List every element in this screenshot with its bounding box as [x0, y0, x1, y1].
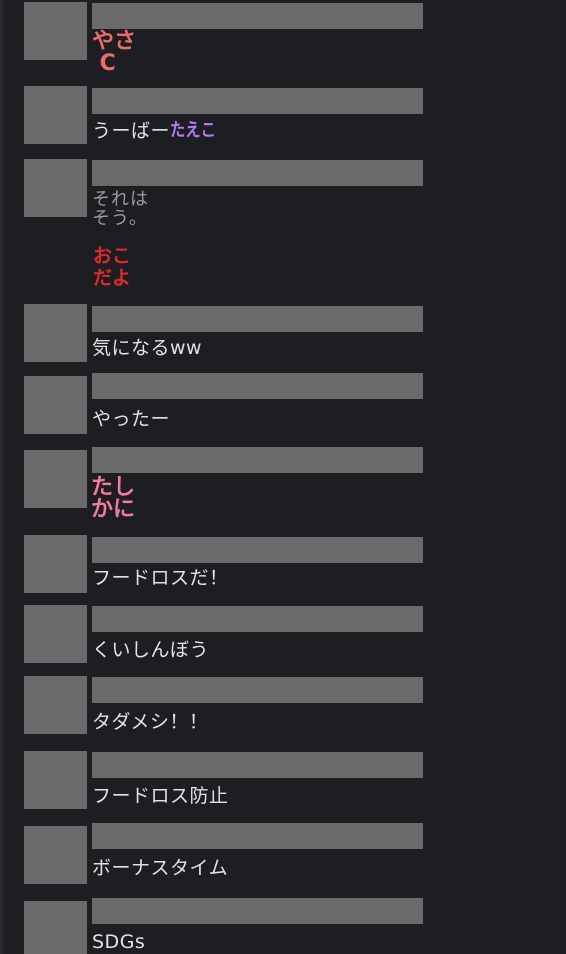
message-text: SDGs	[92, 931, 146, 953]
username-redacted	[92, 677, 423, 703]
username-redacted	[92, 447, 423, 473]
avatar[interactable]	[24, 535, 87, 593]
avatar[interactable]	[24, 159, 87, 217]
message-text-handwritten: それは そう。	[92, 189, 149, 229]
stamp-tashika: たし かに	[91, 475, 136, 522]
avatar[interactable]	[24, 901, 87, 954]
message-text: 気になるww	[92, 337, 203, 359]
username-redacted	[92, 306, 423, 332]
avatar[interactable]	[24, 86, 87, 144]
stamp-yasa: やさ C	[92, 29, 137, 76]
message-text: タダメシ！！	[92, 711, 209, 733]
message-text: フードロスだ！	[92, 567, 229, 589]
avatar[interactable]	[24, 826, 87, 884]
avatar[interactable]	[24, 304, 87, 362]
username-redacted	[92, 606, 423, 632]
username-redacted	[92, 3, 423, 29]
username-redacted	[92, 898, 423, 924]
username-redacted	[92, 537, 423, 563]
username-redacted	[92, 823, 423, 849]
username-redacted	[92, 373, 423, 399]
message-text: やったー	[92, 408, 171, 430]
avatar[interactable]	[24, 450, 87, 508]
message-text: うーばー	[92, 120, 171, 142]
username-redacted	[92, 160, 423, 186]
username-redacted	[92, 752, 423, 778]
avatar[interactable]	[24, 676, 87, 734]
avatar[interactable]	[24, 605, 87, 663]
username-redacted	[92, 88, 423, 114]
avatar[interactable]	[24, 2, 87, 60]
message-text: ボーナスタイム	[92, 857, 229, 879]
stamp-taeko: たえこ	[170, 120, 216, 141]
avatar[interactable]	[24, 376, 87, 434]
message-text: くいしんぼう	[92, 639, 210, 661]
stamp-oko: おこ だよ	[93, 245, 132, 289]
avatar[interactable]	[24, 751, 87, 809]
message-text: フードロス防止	[92, 785, 229, 807]
chat-left-border	[0, 0, 3, 954]
